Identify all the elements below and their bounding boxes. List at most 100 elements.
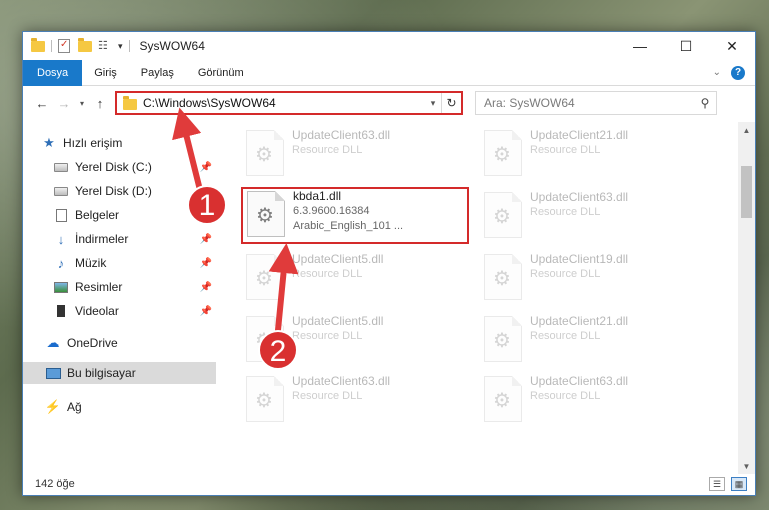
title-bar: ☷ ▾ SysWOW64 — ☐ ✕: [23, 32, 755, 60]
file-name: UpdateClient63.dll: [530, 374, 629, 388]
forward-button[interactable]: →: [53, 92, 75, 114]
file-description: Arabic_English_101 ...: [293, 220, 404, 232]
dll-file-icon: ⚙: [246, 130, 284, 176]
sidebar-item-label: Yerel Disk (C:): [75, 160, 152, 174]
search-box[interactable]: ⚲: [475, 91, 717, 115]
sidebar-item-label: Yerel Disk (D:): [75, 184, 152, 198]
tab-home[interactable]: Giriş: [82, 60, 129, 86]
file-name: UpdateClient63.dll: [292, 374, 391, 388]
refresh-button[interactable]: ↻: [441, 93, 461, 113]
cloud-icon: ☁: [46, 335, 60, 350]
scroll-thumb[interactable]: [741, 166, 752, 218]
new-folder-icon[interactable]: [78, 38, 92, 53]
toolbar-divider: [128, 40, 130, 52]
expand-ribbon-icon[interactable]: ⌄: [713, 67, 721, 78]
dll-file-icon: ⚙: [247, 191, 285, 237]
sidebar-item-documents[interactable]: Belgeler 📌: [23, 204, 216, 226]
pictures-icon: [53, 280, 69, 294]
vertical-scrollbar[interactable]: ▲ ▼: [738, 122, 755, 474]
file-version: 6.3.9600.16384: [293, 205, 370, 217]
file-item[interactable]: ⚙ UpdateClient21.dll Resource DLL: [480, 128, 704, 180]
file-type: Resource DLL: [292, 144, 363, 156]
file-type: Resource DLL: [530, 330, 601, 342]
file-item[interactable]: ⚙ UpdateClient5.dll Resource DLL: [242, 252, 466, 304]
file-item[interactable]: ⚙ UpdateClient5.dll Resource DLL: [242, 314, 466, 366]
pin-icon[interactable]: 📌: [200, 210, 212, 221]
tab-file[interactable]: Dosya: [23, 59, 83, 86]
sidebar-item-label: OneDrive: [67, 336, 118, 350]
file-type: Resource DLL: [530, 206, 601, 218]
sidebar-item-music[interactable]: ♪ Müzik 📌: [23, 252, 216, 274]
sidebar-item-downloads[interactable]: ↓ İndirmeler 📌: [23, 228, 216, 250]
properties-icon[interactable]: [58, 39, 72, 53]
file-type: Resource DLL: [292, 390, 363, 402]
sidebar-item-pictures[interactable]: Resimler 📌: [23, 276, 216, 298]
sidebar-item-local-disk-d[interactable]: Yerel Disk (D:) 📌: [23, 180, 216, 202]
sidebar-item-label: Videolar: [75, 304, 119, 318]
file-item[interactable]: ⚙ UpdateClient21.dll Resource DLL: [480, 314, 704, 366]
music-icon: ♪: [57, 255, 65, 271]
scroll-up-icon[interactable]: ▲: [738, 122, 755, 138]
sidebar-item-local-disk-c[interactable]: Yerel Disk (C:) 📌: [23, 156, 216, 178]
search-icon[interactable]: ⚲: [694, 96, 716, 110]
address-bar[interactable]: C:\Windows\SysWOW64 ▾ ↻: [115, 91, 463, 115]
file-name: UpdateClient19.dll: [530, 252, 629, 266]
file-item[interactable]: ⚙ UpdateClient63.dll Resource DLL: [480, 190, 704, 242]
close-button[interactable]: ✕: [709, 32, 755, 60]
chevron-down-icon[interactable]: ▾: [118, 41, 123, 52]
pin-icon[interactable]: 📌: [200, 258, 212, 269]
maximize-button[interactable]: ☐: [663, 32, 709, 60]
sidebar-item-network[interactable]: ⚡ Ağ: [23, 396, 216, 418]
pin-icon[interactable]: 📌: [200, 306, 212, 317]
sidebar-item-onedrive[interactable]: ☁ OneDrive: [23, 332, 216, 354]
pin-icon[interactable]: 📌: [200, 282, 212, 293]
sidebar-item-label: Bu bilgisayar: [67, 366, 136, 380]
file-name: UpdateClient63.dll: [530, 190, 629, 204]
computer-icon: [45, 366, 61, 380]
file-item-selected[interactable]: ⚙ kbda1.dll 6.3.9600.16384 Arabic_Englis…: [241, 187, 469, 244]
tab-view[interactable]: Görünüm: [186, 60, 256, 86]
file-type: Resource DLL: [292, 268, 363, 280]
file-item[interactable]: ⚙ UpdateClient19.dll Resource DLL: [480, 252, 704, 304]
file-type: Resource DLL: [292, 330, 363, 342]
chevron-down-icon[interactable]: ▾: [425, 98, 441, 109]
ribbon-right-controls: ⌄ ?: [713, 65, 755, 80]
back-button[interactable]: ←: [31, 92, 53, 114]
sidebar-item-this-pc[interactable]: Bu bilgisayar: [23, 362, 216, 384]
dll-file-icon: ⚙: [246, 316, 284, 362]
folder-icon[interactable]: [31, 38, 45, 53]
video-icon: [53, 304, 69, 318]
recent-locations-button[interactable]: ▾: [75, 99, 89, 108]
tab-share[interactable]: Paylaş: [129, 60, 186, 86]
address-path[interactable]: C:\Windows\SysWOW64: [143, 96, 425, 110]
up-button[interactable]: ↑: [89, 92, 111, 114]
file-name: UpdateClient5.dll: [292, 314, 384, 328]
pin-icon[interactable]: 📌: [200, 162, 212, 173]
help-icon[interactable]: ?: [731, 65, 745, 80]
pin-icon[interactable]: 📌: [200, 186, 212, 197]
file-item[interactable]: ⚙ UpdateClient63.dll Resource DLL: [480, 374, 704, 426]
minimize-button[interactable]: —: [617, 32, 663, 60]
customize-toolbar-icon[interactable]: ☷: [98, 39, 112, 53]
sidebar-item-videos[interactable]: Videolar 📌: [23, 300, 216, 322]
dll-file-icon: ⚙: [246, 254, 284, 300]
download-icon: ↓: [57, 231, 65, 247]
toolbar-divider: [51, 40, 52, 52]
file-item[interactable]: ⚙ UpdateClient63.dll Resource DLL: [242, 128, 466, 180]
dll-file-icon: ⚙: [484, 254, 522, 300]
sidebar-item-label: İndirmeler: [75, 232, 129, 246]
sidebar-item-quick-access[interactable]: ★ Hızlı erişim: [23, 132, 216, 154]
details-view-icon[interactable]: ☰: [709, 477, 725, 491]
file-item[interactable]: ⚙ UpdateClient63.dll Resource DLL: [242, 374, 466, 426]
large-icons-view-icon[interactable]: ▦: [731, 477, 747, 491]
scroll-down-icon[interactable]: ▼: [738, 458, 755, 474]
dll-file-icon: ⚙: [484, 316, 522, 362]
window-controls: — ☐ ✕: [617, 32, 755, 60]
pin-icon[interactable]: 📌: [200, 234, 212, 245]
dll-file-icon: ⚙: [484, 376, 522, 422]
item-count: 142 öğe: [35, 478, 75, 490]
file-type: Resource DLL: [530, 268, 601, 280]
navigation-bar: ← → ▾ ↑ C:\Windows\SysWOW64 ▾ ↻ ⚲: [23, 86, 755, 120]
search-input[interactable]: [484, 96, 694, 110]
sidebar-item-label: Ağ: [67, 400, 82, 414]
